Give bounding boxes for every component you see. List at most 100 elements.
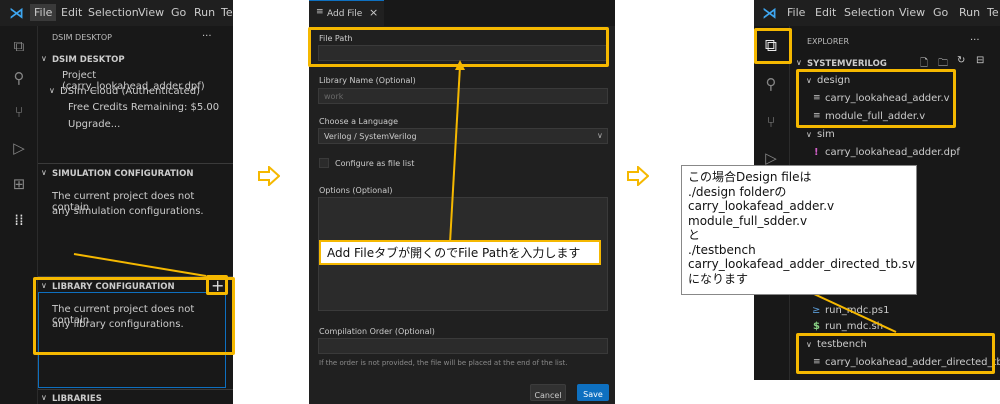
source-control-icon[interactable]: ⑂ [9, 102, 29, 122]
menu-terminal[interactable]: Te [987, 6, 999, 19]
menu-go[interactable]: Go [933, 6, 948, 19]
extensions-icon[interactable]: ⊞ [9, 174, 29, 194]
explorer-icon[interactable]: ⧉ [761, 36, 781, 56]
tab-add-file[interactable]: ≡ Add File × [309, 0, 384, 26]
upgrade-item[interactable]: Upgrade... [68, 119, 120, 130]
chevron-down-icon: ∨ [806, 76, 812, 85]
callout-text: Add Fileタブが開くのでFile Pathを入力します [327, 246, 581, 260]
menu-terminal[interactable]: Te [221, 6, 233, 19]
file-lines-icon: ≡ [813, 357, 821, 367]
file-module-full-adder[interactable]: module_full_adder.v [825, 111, 925, 122]
folder-sim[interactable]: sim [817, 129, 835, 140]
file-list-label: Configure as file list [335, 159, 415, 168]
menu-view[interactable]: View [138, 6, 164, 19]
title-bar: ⋊ File Edit Selection View Go Run Te [0, 0, 233, 26]
callout-line: ./testbench [688, 242, 756, 257]
library-name-placeholder: work [324, 92, 344, 101]
connector-line [813, 293, 897, 333]
sidebar-title: DSIM DESKTOP [52, 33, 112, 42]
chevron-right-icon: ∨ [806, 130, 812, 139]
menu-selection[interactable]: Selection [88, 6, 139, 19]
chevron-down-icon: ∨ [41, 393, 47, 402]
explorer-more-icon[interactable]: ··· [970, 35, 980, 46]
tab-label: Add File [327, 9, 363, 19]
library-config-header[interactable]: LIBRARY CONFIGURATION [52, 282, 175, 292]
search-icon[interactable]: ⚲ [761, 74, 781, 94]
explorer-icon[interactable]: ⧉ [9, 36, 29, 56]
file-path-label: File Path [319, 34, 353, 43]
libraries-header[interactable]: LIBRARIES [52, 394, 102, 404]
cancel-button[interactable]: Cancel [530, 384, 566, 401]
source-control-icon[interactable]: ⑂ [761, 112, 781, 132]
chevron-down-icon: ∨ [41, 54, 47, 63]
callout-line: この場合Design fileは [688, 170, 812, 184]
explorer-title: EXPLORER [807, 37, 849, 46]
menu-icon: ≡ [316, 7, 324, 17]
menu-run[interactable]: Run [959, 6, 980, 19]
search-icon[interactable]: ⚲ [9, 68, 29, 88]
new-file-icon[interactable]: 🗋 [920, 56, 928, 73]
vscode-logo-icon: ⋊ [762, 4, 777, 22]
chevron-down-icon: ∨ [41, 168, 47, 177]
connector-line [73, 253, 207, 277]
arrow-right-icon [258, 166, 280, 186]
workspace-header[interactable]: SYSTEMVERILOG [807, 59, 887, 69]
menu-run[interactable]: Run [194, 6, 215, 19]
divider [38, 389, 233, 390]
file-lines-icon: ≡ [813, 111, 821, 121]
cancel-label: Cancel [534, 391, 562, 400]
compilation-order-input[interactable] [318, 338, 608, 354]
language-label: Choose a Language [319, 117, 399, 126]
arrow-right-icon [627, 166, 649, 186]
focus-outline [38, 292, 226, 388]
save-label: Save [583, 390, 603, 399]
chevron-down-icon: ∨ [49, 86, 55, 95]
chevron-down-icon: ∨ [41, 281, 47, 290]
callout-line: と [688, 228, 701, 242]
file-carry-lookahead-adder[interactable]: carry_lookahead_adder.v [825, 93, 950, 104]
sidebar-more-icon[interactable]: ··· [202, 31, 212, 42]
divider [38, 163, 233, 164]
title-bar: ⋊ File Edit Selection View Go Run Te [754, 0, 1000, 26]
activity-bar: ⧉ ⚲ ⑂ ▷ ⊞ ⁞⁞ [0, 26, 38, 404]
dsim-section-header[interactable]: DSIM DESKTOP [52, 55, 125, 65]
callout-line: carry_lookafead_adder.v [688, 199, 835, 213]
chevron-down-icon: ∨ [796, 58, 802, 67]
callout-line: ./design folderの [688, 184, 787, 199]
dsim-cloud-item[interactable]: DSim Cloud (Authenticated) [60, 86, 200, 97]
exclamation-icon: ! [814, 147, 819, 158]
run-debug-icon[interactable]: ▷ [9, 138, 29, 158]
callout-add-file: Add Fileタブが開くのでFile Pathを入力します [319, 240, 601, 265]
chevron-down-icon: ∨ [597, 131, 603, 140]
options-label: Options (Optional) [319, 186, 393, 195]
menu-edit[interactable]: Edit [61, 6, 82, 19]
language-value: Verilog / SystemVerilog [324, 132, 417, 141]
collapse-icon[interactable]: ⊟ [976, 55, 984, 66]
vscode-logo-icon: ⋊ [9, 4, 24, 22]
menu-file[interactable]: File [30, 4, 57, 21]
menu-edit[interactable]: Edit [815, 6, 836, 19]
folder-testbench[interactable]: testbench [817, 339, 867, 350]
file-testbench[interactable]: carry_lookahead_adder_directed_tb. [825, 357, 1000, 368]
chevron-down-icon: ∨ [806, 340, 812, 349]
new-folder-icon[interactable]: 🗀 [938, 56, 948, 73]
menu-view[interactable]: View [899, 6, 925, 19]
tab-bar: ≡ Add File × [309, 0, 615, 26]
refresh-icon[interactable]: ↻ [957, 55, 965, 66]
sim-config-message-2: any simulation configurations. [52, 206, 204, 217]
save-button[interactable]: Save [577, 384, 609, 401]
file-list-checkbox[interactable] [319, 158, 329, 168]
folder-design[interactable]: design [817, 75, 850, 86]
library-name-label: Library Name (Optional) [319, 76, 416, 85]
file-lines-icon: ≡ [813, 93, 821, 103]
close-icon[interactable]: × [369, 6, 378, 19]
compilation-hint: If the order is not provided, the file w… [319, 359, 568, 367]
file-path-input[interactable] [318, 45, 608, 61]
menu-file[interactable]: File [787, 6, 805, 19]
menu-go[interactable]: Go [171, 6, 186, 19]
simulation-config-header[interactable]: SIMULATION CONFIGURATION [52, 169, 193, 179]
file-dpf[interactable]: carry_lookahead_adder.dpf [825, 147, 960, 158]
left-panel: ⋊ File Edit Selection View Go Run Te ⧉ ⚲… [0, 0, 235, 404]
dsim-icon[interactable]: ⁞⁞ [9, 210, 29, 230]
menu-selection[interactable]: Selection [844, 6, 895, 19]
